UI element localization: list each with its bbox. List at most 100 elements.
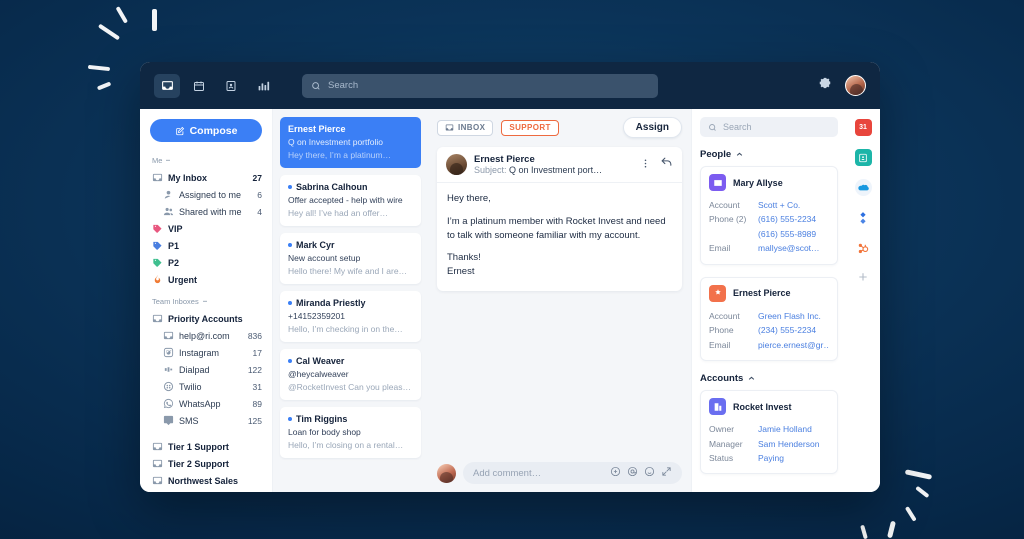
- more-options-icon[interactable]: [640, 156, 651, 174]
- sidebar-group-me-label[interactable]: Me: [140, 156, 272, 169]
- sidebar-item-dialpad[interactable]: Dialpad 122: [140, 361, 272, 378]
- details-panel: Search People Mary Allyse Account Scott + …: [691, 109, 846, 492]
- conversation-item[interactable]: Tim Riggins Loan for body shop Hello, I’m …: [280, 407, 421, 458]
- message-pane-spacer: [437, 291, 682, 454]
- chevron-down-icon: [202, 300, 207, 302]
- sidebar-item-count: 31: [252, 381, 262, 392]
- building-icon: [709, 398, 726, 416]
- comment-bar: Add comment…: [437, 462, 682, 484]
- comment-input[interactable]: Add comment…: [463, 462, 682, 484]
- detail-row-value[interactable]: (234) 555-2234: [758, 323, 816, 337]
- sidebar-item-label: WhatsApp: [179, 398, 221, 409]
- details-search-input[interactable]: Search: [700, 117, 838, 137]
- detail-row: Phone (234) 555-2234: [709, 323, 829, 337]
- support-chip-label: SUPPORT: [509, 123, 551, 132]
- message-actions: [640, 156, 673, 174]
- whatsapp-icon: [163, 398, 174, 409]
- detail-row-key: Phone: [709, 325, 734, 336]
- sidebar-item-priority-accounts[interactable]: Priority Accounts: [140, 310, 272, 327]
- sidebar-item-whatsapp[interactable]: WhatsApp 89: [140, 395, 272, 412]
- mail-icon: [152, 172, 163, 183]
- detail-card[interactable]: Mary Allyse Account Scott + Co. Phone (2) (6…: [700, 166, 838, 265]
- conversation-subject: Q on Investment portfolio: [288, 137, 383, 147]
- conversation-sender: Tim Riggins: [288, 414, 413, 424]
- conversation-sender: Cal Weaver: [288, 356, 413, 366]
- compose-button[interactable]: Compose: [150, 119, 262, 142]
- nav-contacts-icon[interactable]: [218, 74, 244, 98]
- sidebar-item-tier-2-support[interactable]: Tier 2 Support: [140, 455, 272, 472]
- sidebar-item-label: Dialpad: [179, 364, 210, 375]
- detail-card[interactable]: Ernest Pierce Account Green Flash Inc. Phon…: [700, 276, 838, 362]
- detail-card[interactable]: Rocket Invest Owner Jamie Holland Manager Sa…: [700, 390, 838, 475]
- conversation-item[interactable]: Cal Weaver @heycalweaver @RocketInvest Can…: [280, 349, 421, 400]
- assign-button[interactable]: Assign: [622, 117, 682, 138]
- conversation-item[interactable]: Sabrina Calhoun Offer accepted - help wit…: [280, 175, 421, 226]
- subject-text: Q on Investment port…: [509, 165, 603, 175]
- sidebar-item-urgent[interactable]: Urgent: [140, 271, 272, 288]
- sidebar-item-my-inbox[interactable]: My Inbox 27: [140, 169, 272, 186]
- sidebar-item-vip[interactable]: VIP: [140, 220, 272, 237]
- sidebar-item-p1[interactable]: P1: [140, 237, 272, 254]
- people-cards: Mary Allyse Account Scott + Co. Phone (2) (6…: [700, 166, 838, 362]
- detail-row-value[interactable]: (616) 555-2234: [758, 212, 816, 226]
- conversation-item[interactable]: Miranda Priestly +14152359201 Hello, I’m c…: [280, 291, 421, 342]
- sidebar-item-count: 6: [257, 189, 262, 200]
- unread-dot: [288, 417, 292, 421]
- settings-gear-icon[interactable]: [818, 76, 832, 95]
- message-paragraph: Hey there,: [447, 193, 491, 204]
- conversation-list[interactable]: Ernest Pierce Q on Investment portfolio He…: [273, 109, 428, 492]
- nav-reports-icon[interactable]: [250, 74, 276, 98]
- chevron-up-icon: [736, 152, 743, 156]
- detail-row-value[interactable]: Scott + Co.: [758, 198, 800, 212]
- sidebar-item-tier-1-support[interactable]: Tier 1 Support: [140, 438, 272, 455]
- emoji-icon[interactable]: [644, 464, 655, 482]
- sidebar-item-instagram[interactable]: Instagram 17: [140, 344, 272, 361]
- sms-icon: [163, 415, 174, 426]
- sidebar-item-shared-with-me[interactable]: Shared with me 4: [140, 203, 272, 220]
- detail-row-value[interactable]: Jamie Holland: [758, 422, 812, 436]
- sidebar-group-team-label[interactable]: Team Inboxes: [140, 297, 272, 310]
- tag-icon: [152, 257, 163, 268]
- people-section-title[interactable]: People: [700, 149, 838, 160]
- sidebar-item-twilio[interactable]: Twilio 31: [140, 378, 272, 395]
- detail-row-value[interactable]: Paying: [758, 451, 784, 465]
- mention-icon[interactable]: [627, 464, 638, 482]
- detail-row-value[interactable]: Sam Henderson: [758, 437, 819, 451]
- plus-circle-icon[interactable]: [610, 464, 621, 482]
- twilio-icon: [163, 381, 174, 392]
- group-me-text: Me: [152, 156, 163, 165]
- contact-card-icon: [709, 174, 726, 191]
- conversation-preview: Hello, I’m checking in on the…: [288, 324, 403, 334]
- nav-inbox-icon[interactable]: [154, 73, 180, 98]
- add-integration-icon[interactable]: +: [855, 269, 872, 286]
- jira-icon[interactable]: [855, 209, 872, 226]
- nav-calendar-icon[interactable]: [186, 74, 212, 98]
- detail-row-value[interactable]: pierce.ernest@gr…: [758, 338, 829, 352]
- detail-row-key: Manager: [709, 438, 743, 449]
- sidebar-item-p2[interactable]: P2: [140, 254, 272, 271]
- conversation-item[interactable]: Ernest Pierce Q on Investment portfolio He…: [280, 117, 421, 168]
- sidebar-item-sms[interactable]: SMS 125: [140, 412, 272, 429]
- user-avatar[interactable]: [845, 75, 866, 96]
- tag-icon: [153, 258, 162, 267]
- expand-icon[interactable]: [661, 464, 672, 482]
- sidebar-item-help-ri-com[interactable]: help@ri.com 836: [140, 327, 272, 344]
- support-chip[interactable]: SUPPORT: [501, 119, 559, 136]
- detail-row-value[interactable]: (616) 555-8989: [709, 227, 829, 241]
- inbox-chip[interactable]: INBOX: [437, 119, 494, 136]
- global-search-input[interactable]: Search: [302, 73, 658, 98]
- detail-row-value[interactable]: mallyse@scot…: [758, 241, 820, 255]
- accounts-section-title[interactable]: Accounts: [700, 373, 838, 384]
- google-calendar-icon[interactable]: 31: [854, 119, 872, 136]
- sidebar-item-northwest-sales[interactable]: Northwest Sales: [140, 472, 272, 489]
- contacts-app-icon[interactable]: [854, 149, 872, 166]
- reply-arrow-icon[interactable]: [660, 156, 673, 174]
- conversation-item[interactable]: Mark Cyr New account setup Hello there! My…: [280, 233, 421, 284]
- conversation-preview: @RocketInvest Can you pleas…: [288, 382, 411, 392]
- tag-icon: [153, 224, 162, 233]
- sidebar-item-label: help@ri.com: [179, 330, 230, 341]
- detail-row-value[interactable]: Green Flash Inc.: [758, 309, 821, 323]
- salesforce-icon[interactable]: [854, 179, 872, 196]
- sidebar-item-assigned-to-me[interactable]: Assigned to me 6: [140, 186, 272, 203]
- hubspot-icon[interactable]: [855, 239, 872, 256]
